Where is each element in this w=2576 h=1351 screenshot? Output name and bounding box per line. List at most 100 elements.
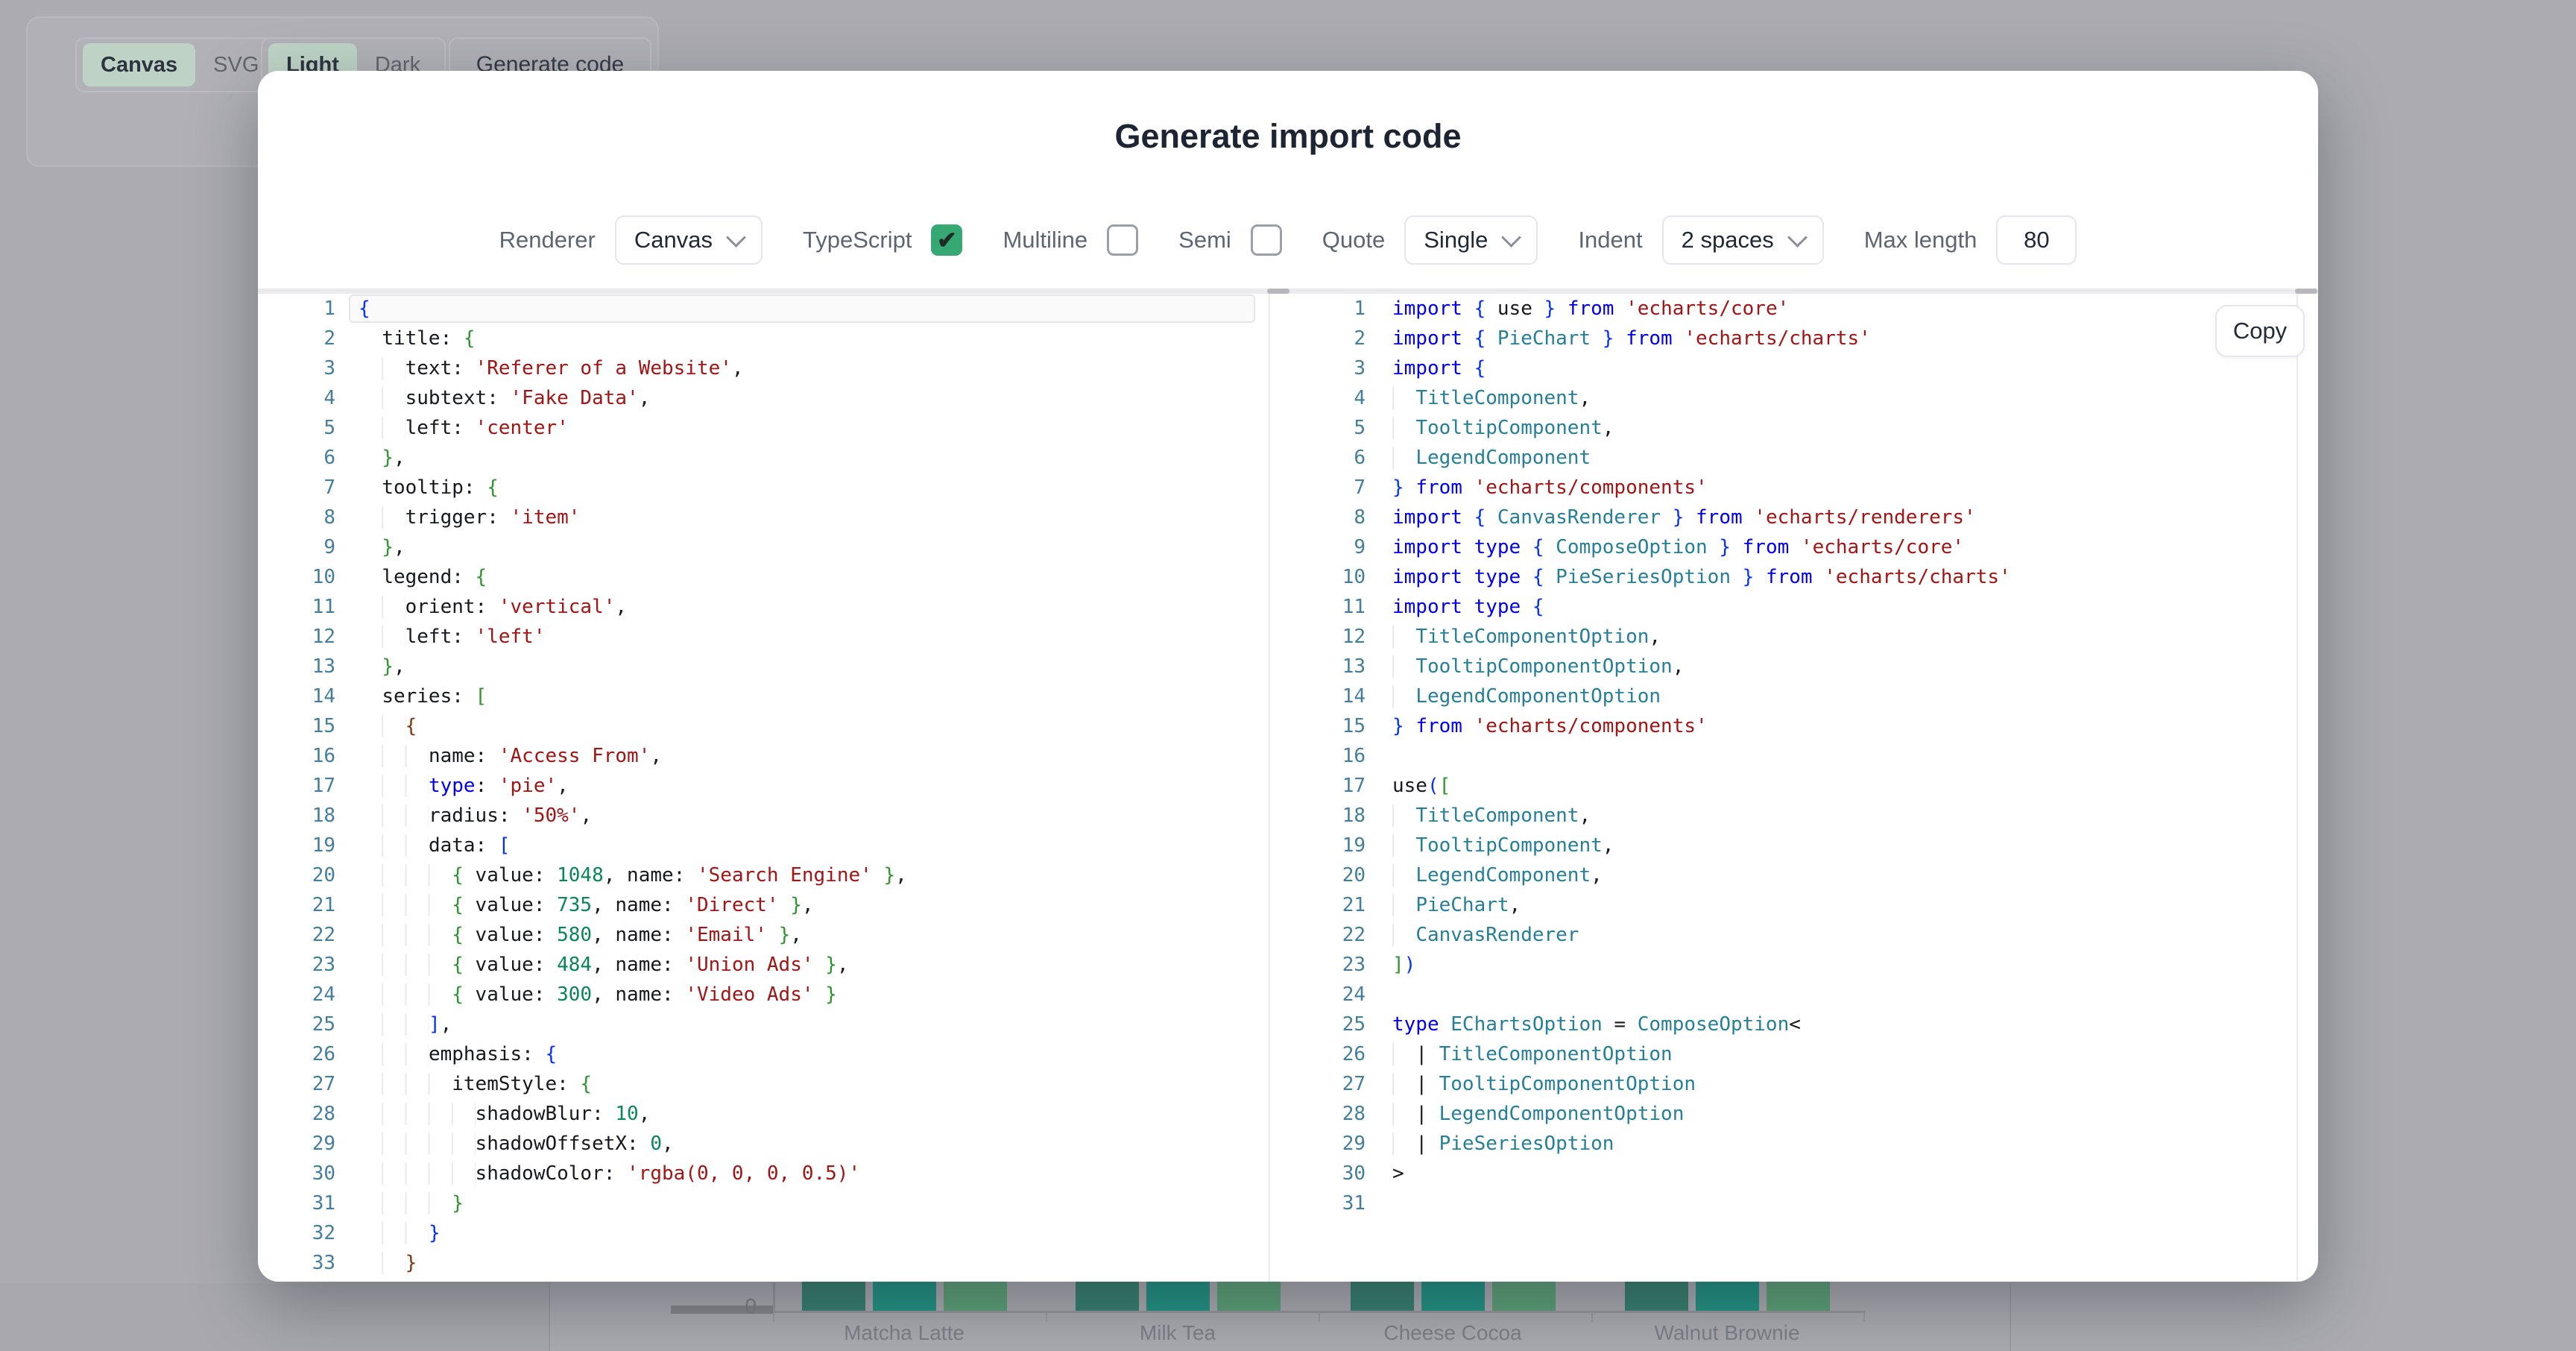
multiline-group: Multiline	[1003, 224, 1138, 256]
code-line: 28 | LegendComponentOption	[1270, 1099, 2296, 1129]
code-line: 24	[1270, 980, 2296, 1010]
code-line: 15 {	[258, 711, 1269, 741]
line-number: 18	[258, 801, 335, 831]
line-number: 20	[258, 860, 335, 890]
code-line: 6 },	[258, 443, 1269, 473]
code-line: 7 tooltip: {	[258, 473, 1269, 503]
line-number: 27	[1270, 1069, 1366, 1099]
indent-value: 2 spaces	[1682, 227, 1774, 253]
code-text: shadowOffsetX: 0,	[335, 1129, 674, 1159]
tab-canvas[interactable]: Canvas	[83, 43, 195, 86]
line-number: 23	[1270, 950, 1366, 980]
code-text: } from 'echarts/components'	[1366, 473, 1708, 503]
code-line: 29 | PieSeriesOption	[1270, 1129, 2296, 1159]
code-text: },	[335, 532, 405, 562]
code-text: },	[335, 443, 405, 473]
max-length-input[interactable]: 80	[1996, 215, 2077, 265]
code-line: 12 TitleComponentOption,	[1270, 622, 2296, 652]
line-number: 11	[258, 592, 335, 622]
quote-select[interactable]: Single	[1404, 215, 1538, 265]
code-text: radius: '50%',	[335, 801, 592, 831]
line-number: 21	[258, 890, 335, 920]
backdrop-editor-strip	[0, 1283, 549, 1351]
indent-select[interactable]: 2 spaces	[1662, 215, 1824, 265]
code-line: 31	[1270, 1188, 2296, 1218]
line-number: 27	[258, 1069, 335, 1099]
typescript-group: TypeScript✔	[803, 224, 962, 256]
code-text: | PieSeriesOption	[1366, 1129, 1614, 1159]
line-number: 25	[1270, 1010, 1366, 1039]
line-number: 32	[258, 1218, 335, 1248]
line-number: 21	[1270, 890, 1366, 920]
line-number: 25	[258, 1010, 335, 1039]
line-number: 26	[1270, 1039, 1366, 1069]
code-line: 18 TitleComponent,	[1270, 801, 2296, 831]
code-line: 8 trigger: 'item'	[258, 503, 1269, 532]
typescript-checkbox[interactable]: ✔	[931, 224, 962, 256]
code-text: { value: 484, name: 'Union Ads' },	[335, 950, 848, 980]
code-text: PieChart,	[1366, 890, 1521, 920]
axis-tick	[773, 1313, 774, 1322]
multiline-checkbox[interactable]	[1107, 224, 1138, 256]
code-text: type EChartsOption = ComposeOption<	[1366, 1010, 1801, 1039]
line-number: 13	[1270, 652, 1366, 681]
line-number: 12	[1270, 622, 1366, 652]
code-line: 6 LegendComponent	[1270, 443, 2296, 473]
line-number: 17	[258, 771, 335, 801]
line-number: 9	[1270, 532, 1366, 562]
code-text: import type { PieSeriesOption } from 'ec…	[1366, 562, 2011, 592]
code-text: }	[335, 1188, 464, 1218]
max-length-label: Max length	[1864, 227, 1977, 253]
code-text: | TooltipComponentOption	[1366, 1069, 1696, 1099]
code-text: shadowColor: 'rgba(0, 0, 0, 0.5)'	[335, 1159, 860, 1188]
code-line: 22 CanvasRenderer	[1270, 920, 2296, 950]
renderer-group: RendererCanvas	[499, 215, 763, 265]
line-number: 26	[258, 1039, 335, 1069]
code-line: 13 },	[258, 652, 1269, 681]
line-number: 3	[1270, 353, 1366, 383]
line-number: 6	[1270, 443, 1366, 473]
code-line: 15} from 'echarts/components'	[1270, 711, 2296, 741]
line-number: 2	[1270, 324, 1366, 353]
code-text: import { CanvasRenderer } from 'echarts/…	[1366, 503, 1976, 532]
code-line: 22 { value: 580, name: 'Email' },	[258, 920, 1269, 950]
code-text: orient: 'vertical',	[335, 592, 627, 622]
chevron-down-icon	[726, 227, 746, 248]
code-text: { value: 735, name: 'Direct' },	[335, 890, 814, 920]
code-text: LegendComponentOption	[1366, 681, 1661, 711]
line-number: 10	[258, 562, 335, 592]
option-code-panel: 1{2 title: {3 text: 'Referer of a Websit…	[258, 294, 1270, 1282]
copy-button[interactable]: Copy	[2215, 305, 2305, 357]
code-text: | LegendComponentOption	[1366, 1099, 1684, 1129]
right-panel-scrollbar-thumb[interactable]	[2295, 289, 2317, 294]
code-text: TitleComponentOption,	[1366, 622, 1661, 652]
line-number: 8	[1270, 503, 1366, 532]
code-text: data: [	[335, 831, 511, 860]
line-number: 13	[258, 652, 335, 681]
quote-group: QuoteSingle	[1322, 215, 1538, 265]
renderer-select[interactable]: Canvas	[615, 215, 763, 265]
code-line: 8import { CanvasRenderer } from 'echarts…	[1270, 503, 2296, 532]
semi-checkbox[interactable]	[1251, 224, 1282, 256]
line-number: 6	[258, 443, 335, 473]
axis-tick	[1046, 1313, 1047, 1322]
code-line: 19 TooltipComponent,	[1270, 831, 2296, 860]
code-line: 30>	[1270, 1159, 2296, 1188]
code-text: } from 'echarts/components'	[1366, 711, 1708, 741]
line-number: 22	[1270, 920, 1366, 950]
line-number: 4	[258, 383, 335, 413]
code-line: 1import { use } from 'echarts/core'	[1270, 294, 2296, 324]
check-icon: ✔	[937, 226, 957, 254]
screen: Canvas SVG Light Dark Generate code 0 Ma…	[0, 0, 2576, 1351]
code-line: 4 TitleComponent,	[1270, 383, 2296, 413]
code-line: 14 series: [	[258, 681, 1269, 711]
code-text: tooltip: {	[335, 473, 499, 503]
code-line: 12 left: 'left'	[258, 622, 1269, 652]
line-number: 30	[258, 1159, 335, 1188]
code-line: 21 PieChart,	[1270, 890, 2296, 920]
left-panel-scrollbar-thumb[interactable]	[1267, 289, 1289, 294]
line-number: 14	[1270, 681, 1366, 711]
line-number: 4	[1270, 383, 1366, 413]
code-text: name: 'Access From',	[335, 741, 662, 771]
code-line: 20 LegendComponent,	[1270, 860, 2296, 890]
